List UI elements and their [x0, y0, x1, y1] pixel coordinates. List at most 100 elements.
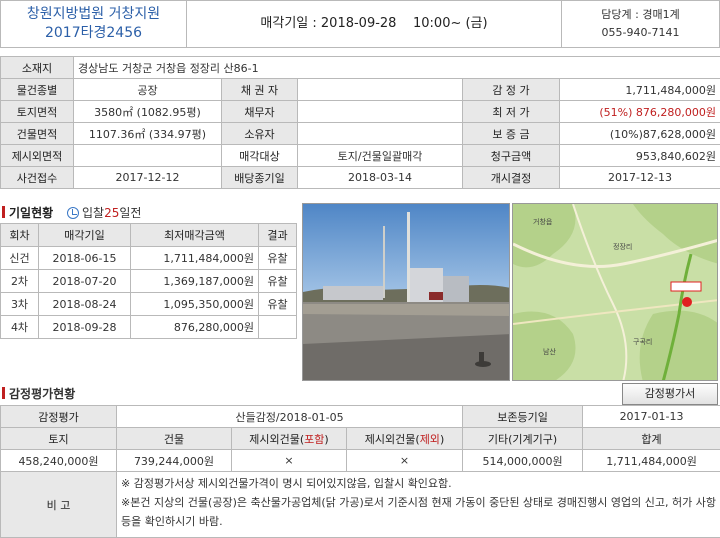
history-date: 2018-07-20: [38, 269, 131, 293]
ext-excluded-text: 제시외건물(: [364, 432, 420, 446]
other-header: 기타(기계기구): [462, 427, 584, 450]
history-row: 4차 2018-09-28 876,280,000원: [0, 315, 297, 339]
sale-date: 2018-09-28: [320, 16, 397, 31]
ext-excluded-value: ×: [345, 449, 464, 472]
bid-suffix: 일전: [119, 206, 142, 220]
sale-time: 10:00~ (금): [413, 16, 488, 31]
history-title: 기일현황: [9, 206, 54, 220]
start-date: 2017-12-13: [558, 166, 720, 189]
map-label: 정장리: [613, 242, 632, 251]
dept-phone: 055-940-7141: [601, 26, 680, 39]
dividend-date: 2018-03-14: [297, 166, 463, 189]
history-price: 1,095,350,000원: [130, 292, 259, 316]
ext-excluded-header: 제시외건물(제외): [345, 427, 464, 450]
note-content: ※ 감정평가서상 제시외건물가격이 명시 되어있지않음, 입찰시 확인요함. ※…: [115, 471, 720, 538]
case-number: 2017타경2456: [44, 25, 143, 41]
heading-bar: [2, 387, 5, 399]
debtor: [297, 100, 463, 123]
history-date: 2018-08-24: [38, 292, 131, 316]
history-heading: 기일현황 입찰25일전: [2, 203, 141, 223]
ext-included-close: ): [324, 432, 329, 446]
history-round: 3차: [0, 292, 39, 316]
land-area-label: 토지면적: [0, 100, 74, 123]
receipt-label: 사건접수: [0, 166, 74, 189]
min-price-cell: (51%) 876,280,000원: [558, 100, 720, 123]
history-table: 회차 매각기일 최저매각금액 결과 신건 2018-06-15 1,711,48…: [0, 223, 297, 339]
min-price-label: 최 저 가: [462, 100, 560, 123]
dividend-label: 배당종기일: [221, 166, 298, 189]
appraisal-value: 산들감정/2018-01-05: [115, 405, 464, 428]
map-image: 거창읍 정장리 남산 구곡리: [513, 204, 717, 380]
map-label: 남산: [543, 347, 556, 356]
building-header: 건물: [116, 427, 232, 450]
note-line: ※ 감정평가서상 제시외건물가격이 명시 되어있지않음, 입찰시 확인요함.: [121, 477, 452, 490]
history-date: 2018-06-15: [38, 246, 131, 270]
type-label: 물건종별: [0, 78, 74, 101]
land-area: 3580㎡ (1082.95평): [73, 100, 222, 123]
history-row: 2차 2018-07-20 1,369,187,000원 유찰: [0, 269, 297, 293]
clock-icon: [67, 207, 79, 219]
start-label: 개시결정: [462, 166, 560, 189]
preserve-label: 보존등기일: [462, 405, 584, 428]
preserve-date: 2017-01-13: [582, 405, 720, 428]
history-header: 최저매각금액: [130, 223, 259, 247]
sale-date-box: 매각기일 : 2018-09-28 10:00~ (금): [260, 16, 488, 31]
history-price: 876,280,000원: [130, 315, 259, 339]
deposit: (10%)87,628,000원: [558, 122, 720, 145]
history-result: 유찰: [258, 246, 297, 270]
history-header: 회차: [0, 223, 39, 247]
debtor-label: 채무자: [221, 100, 298, 123]
address: 경상남도 거창군 거창읍 정장리 산86-1: [72, 56, 720, 79]
excluded-area: [73, 144, 222, 167]
location-marker-icon: [682, 297, 692, 307]
case-info-table: 소재지 경상남도 거창군 거창읍 정장리 산86-1 물건종별 공장 채 권 자…: [0, 56, 720, 189]
property-photo[interactable]: [302, 203, 510, 381]
land-header: 토지: [0, 427, 117, 450]
history-row: 3차 2018-08-24 1,095,350,000원 유찰: [0, 292, 297, 316]
deposit-label: 보 증 금: [462, 122, 560, 145]
sale-date-label: 매각기일: [260, 16, 309, 31]
sale-target: 토지/건물일괄매각: [297, 144, 463, 167]
location-map[interactable]: 거창읍 정장리 남산 구곡리: [512, 203, 718, 381]
excluded-area-label: 제시외면적: [0, 144, 74, 167]
history-result: 유찰: [258, 292, 297, 316]
appraisal-label: 감정평가: [0, 405, 117, 428]
claim-label: 청구금액: [462, 144, 560, 167]
appraisal-title: 감정평가현황: [9, 387, 76, 401]
appraisal-report-button[interactable]: 감정평가서: [622, 383, 718, 405]
bid-prefix: 입찰: [82, 206, 105, 220]
total-header: 합계: [582, 427, 720, 450]
map-label: 거창읍: [533, 217, 553, 226]
receipt-date: 2017-12-12: [73, 166, 222, 189]
building-area: 1107.36㎡ (334.97평): [73, 122, 222, 145]
building-area-label: 건물면적: [0, 122, 74, 145]
ext-included-value: ×: [231, 449, 347, 472]
appraisal-table: 감정평가 산들감정/2018-01-05 보존등기일 2017-01-13 토지…: [0, 405, 720, 538]
min-price: 876,280,000원: [635, 105, 717, 119]
owner-label: 소유자: [221, 122, 298, 145]
bid-days: 25: [104, 206, 120, 220]
ext-included-text: 제시외건물(: [249, 432, 305, 446]
map-label: 구곡리: [633, 337, 652, 346]
total-value: 1,711,484,000원: [582, 449, 720, 472]
min-price-rate: (51%): [599, 105, 633, 119]
photo-image: [303, 204, 509, 380]
history-result: [258, 315, 297, 339]
appraisal-price: 1,711,484,000원: [558, 78, 720, 101]
note-label: 비 고: [0, 471, 117, 538]
court-name: 창원지방법원 거창지원: [26, 6, 161, 22]
history-round: 4차: [0, 315, 39, 339]
creditor-label: 채 권 자: [221, 78, 298, 101]
claim-amount: 953,840,602원: [558, 144, 720, 167]
ext-included-mark: 포함: [304, 432, 325, 446]
sale-target-label: 매각대상: [221, 144, 298, 167]
ext-excluded-close: ): [439, 432, 445, 446]
case-header: 창원지방법원 거창지원 2017타경2456 매각기일 : 2018-09-28…: [0, 0, 720, 48]
history-row: 신건 2018-06-15 1,711,484,000원 유찰: [0, 246, 297, 270]
history-header: 매각기일: [38, 223, 131, 247]
other-value: 514,000,000원: [462, 449, 584, 472]
property-type: 공장: [73, 78, 222, 101]
creditor: [297, 78, 463, 101]
owner: [297, 122, 463, 145]
appraisal-heading: 감정평가현황: [2, 385, 75, 403]
